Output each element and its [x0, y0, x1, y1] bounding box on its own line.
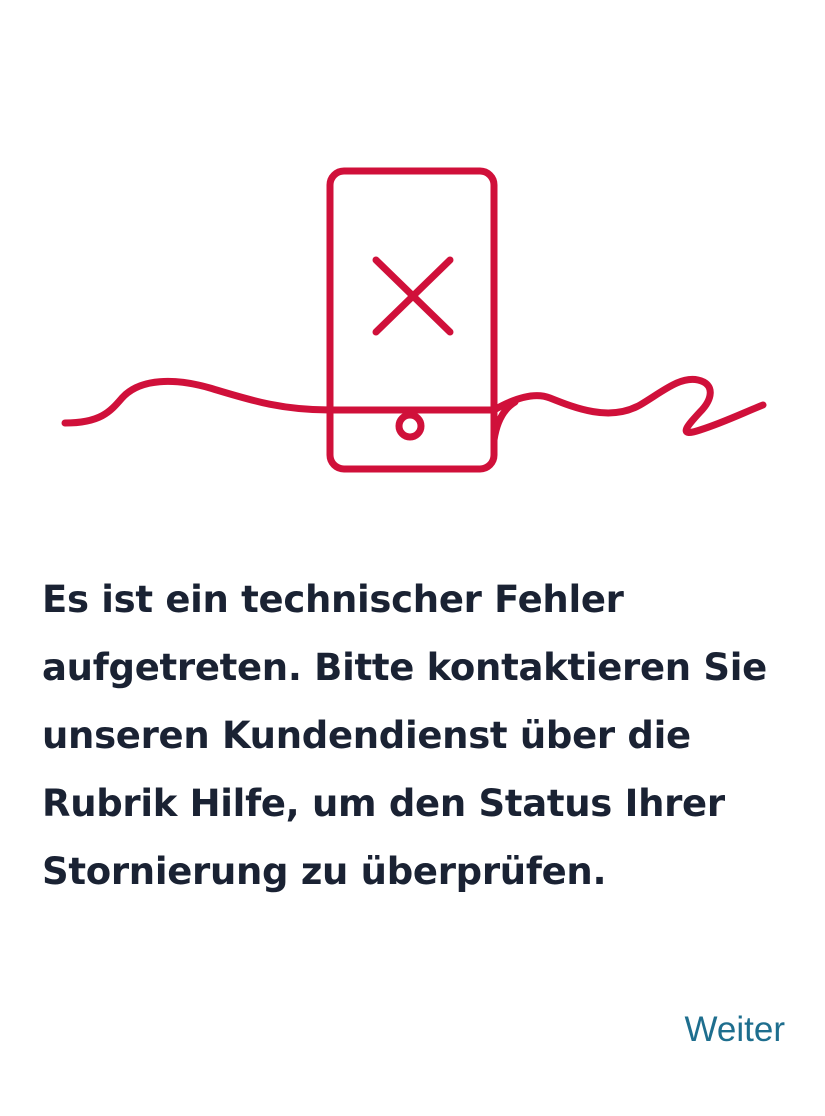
error-message: Es ist ein technischer Fehler aufgetrete…: [42, 578, 767, 893]
phone-outline: [326, 167, 498, 473]
phone-home-button: [395, 411, 425, 441]
phone-error-icon: [61, 167, 767, 473]
error-screen: Es ist ein technischer Fehler aufgetrete…: [0, 0, 825, 1116]
cable-line: [61, 375, 767, 436]
continue-button[interactable]: Weiter: [685, 1010, 786, 1050]
